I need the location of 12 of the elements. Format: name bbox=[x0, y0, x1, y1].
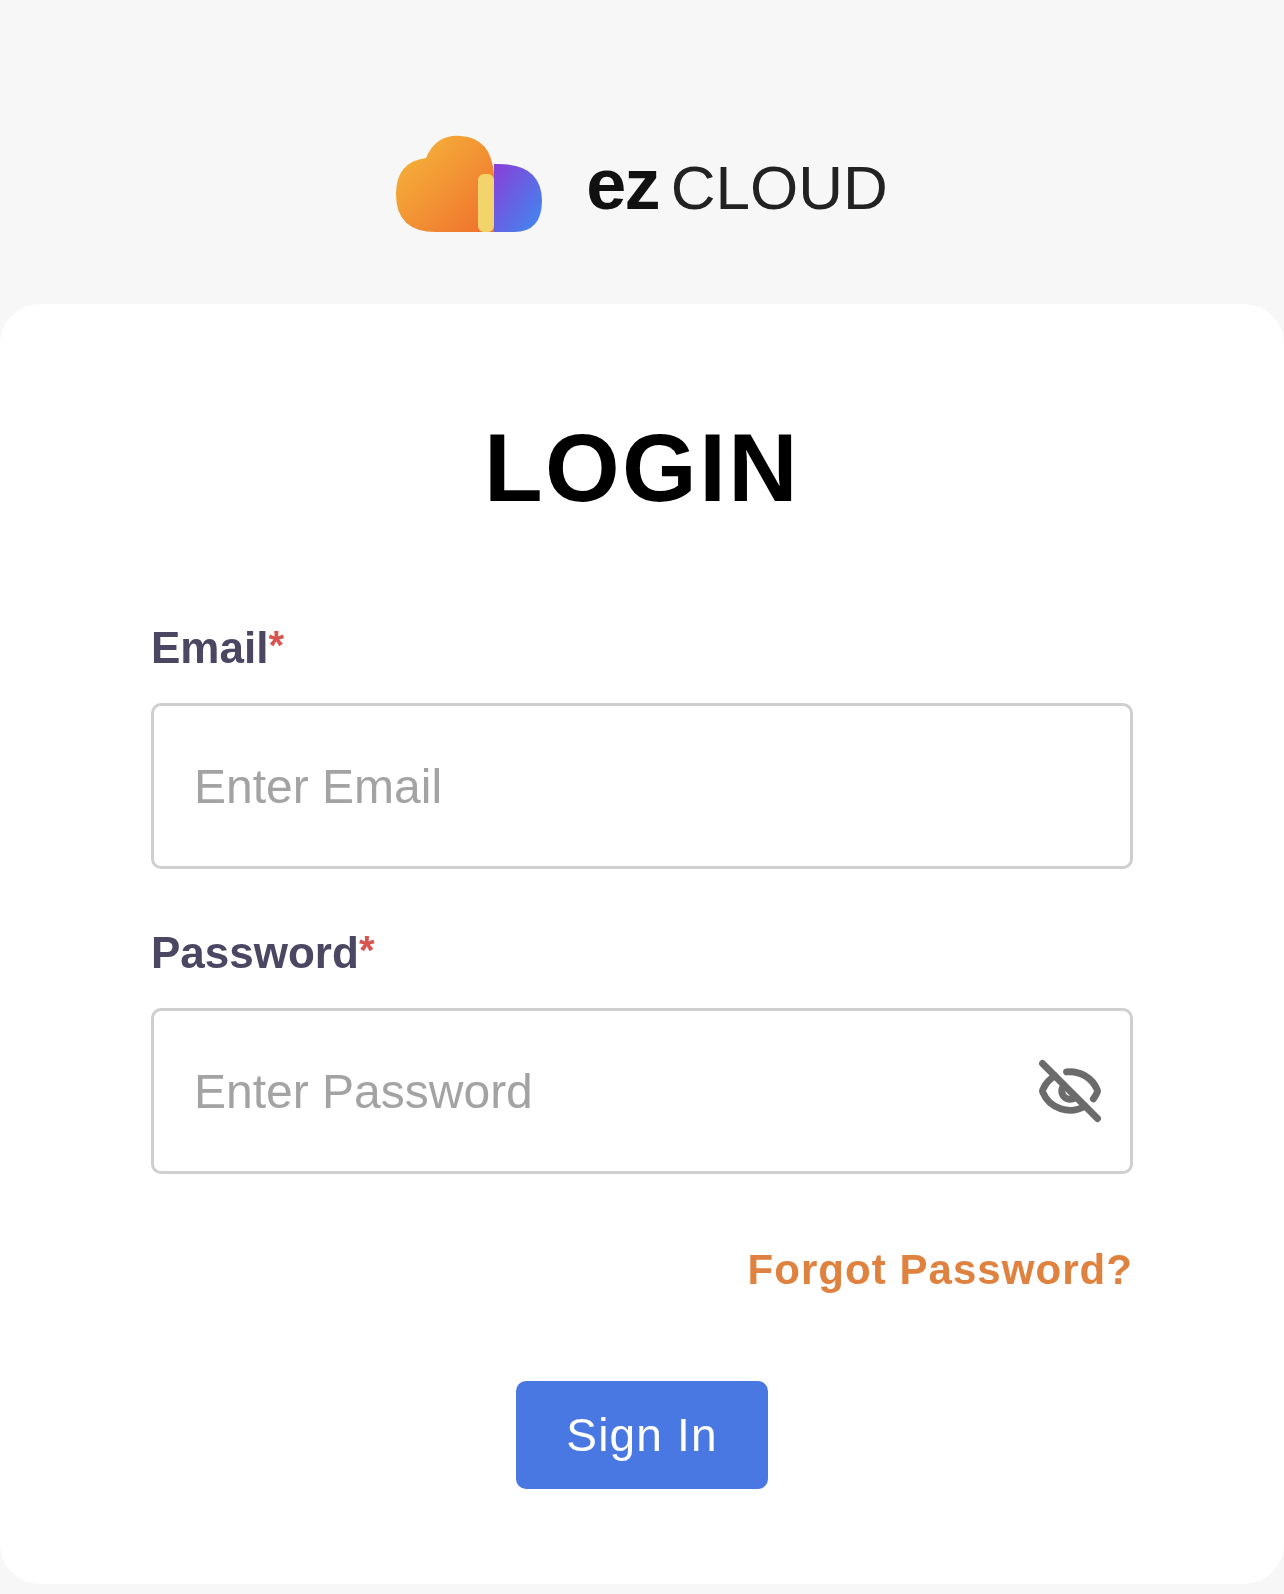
field-label: Email bbox=[151, 622, 269, 674]
sign-in-button[interactable]: Sign In bbox=[516, 1381, 768, 1489]
eye-off-icon[interactable] bbox=[1037, 1058, 1103, 1124]
password-field[interactable]: Enter Password bbox=[151, 1008, 1133, 1174]
email-field[interactable]: Enter Email bbox=[151, 703, 1133, 869]
required-mark: * bbox=[358, 927, 375, 974]
forgot-password-link[interactable]: Forgot Password? bbox=[747, 1238, 1133, 1301]
login-title: LOGIN bbox=[484, 420, 800, 516]
logo-mark: ez bbox=[586, 148, 659, 220]
logo-wordmark: CLOUD bbox=[670, 157, 888, 219]
required-mark: * bbox=[268, 622, 284, 669]
field-label: Password bbox=[151, 927, 359, 979]
